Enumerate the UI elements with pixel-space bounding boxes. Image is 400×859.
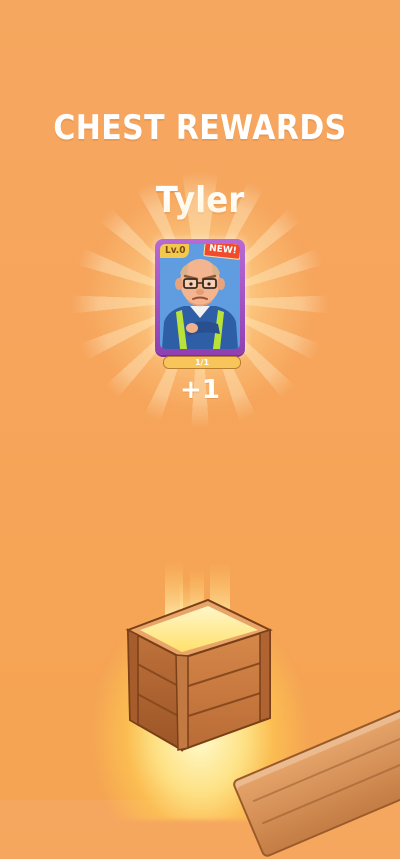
level-badge: Lv.0 bbox=[160, 244, 190, 258]
card-progress-bar: 1/1 bbox=[163, 356, 241, 369]
screen-title: CHEST REWARDS bbox=[53, 108, 347, 148]
reward-card[interactable]: Lv.0 NEW! bbox=[155, 239, 245, 355]
reward-amount: +1 bbox=[180, 375, 220, 405]
card-art-frame: Lv.0 NEW! bbox=[160, 244, 240, 349]
chest-rewards-screen: CHEST REWARDS Tyler bbox=[0, 0, 400, 859]
card-progress-text: 1/1 bbox=[194, 358, 210, 367]
wooden-chest-icon[interactable] bbox=[120, 560, 285, 760]
character-portrait bbox=[160, 244, 240, 349]
